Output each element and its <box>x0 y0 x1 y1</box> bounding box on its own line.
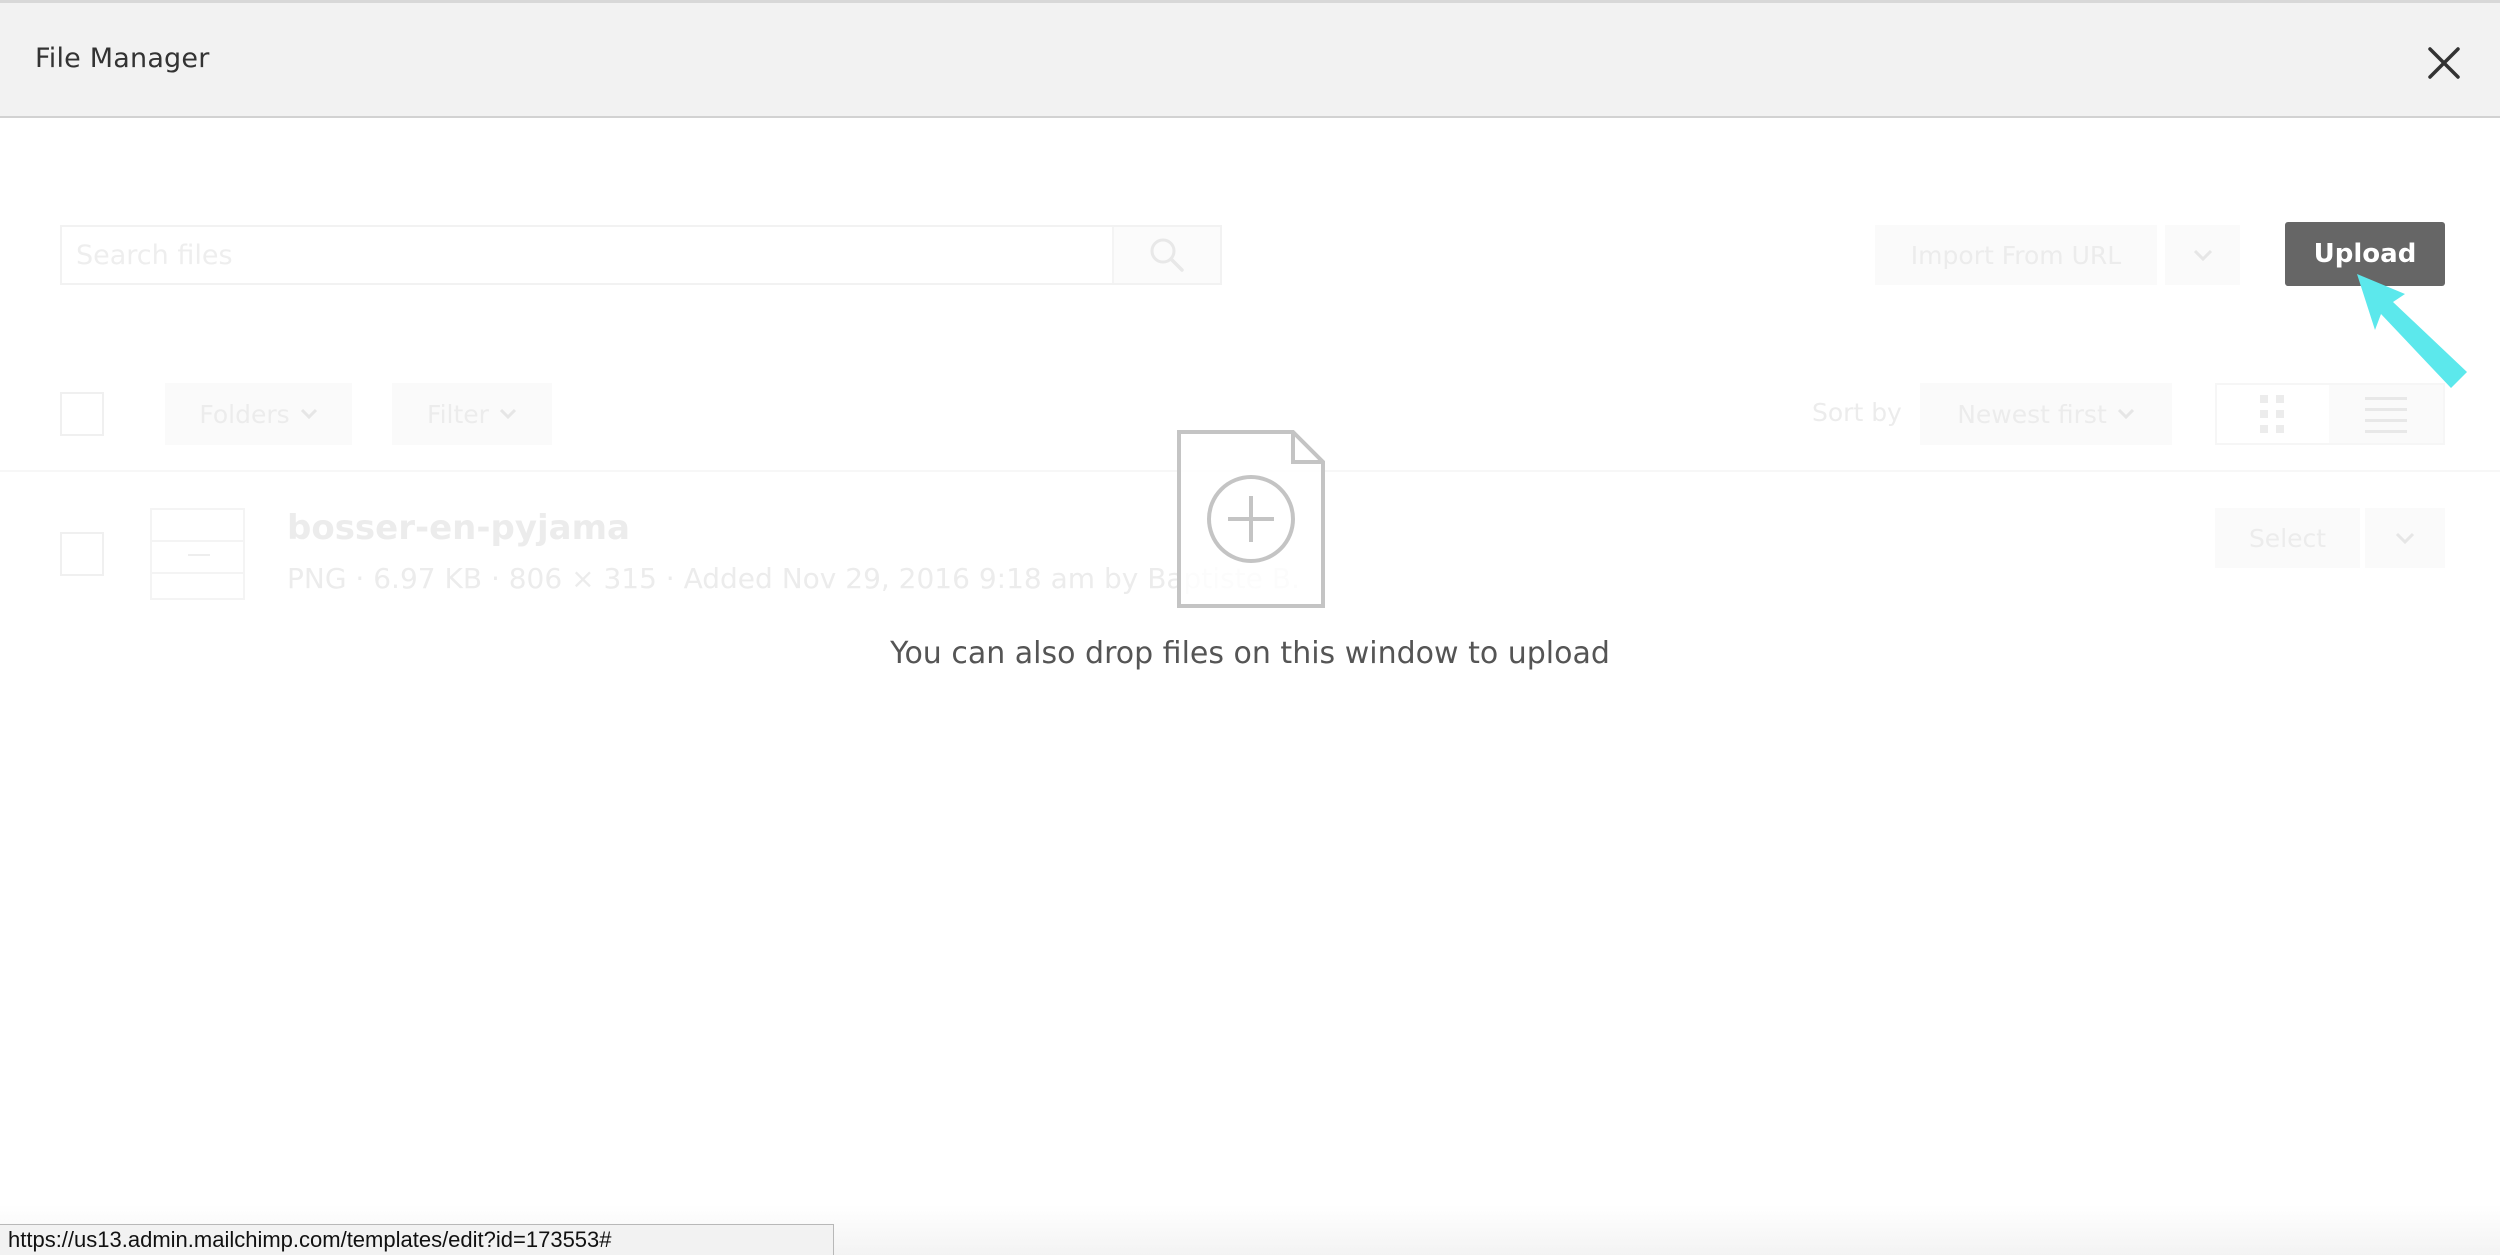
import-from-url-button[interactable]: Import From URL <box>1875 225 2157 285</box>
sort-by-label: Sort by <box>1812 398 1902 427</box>
cursor-arrow-icon <box>2357 274 2467 388</box>
search-box <box>60 225 1222 285</box>
import-dropdown-button[interactable] <box>2165 225 2240 285</box>
folders-label: Folders <box>199 399 290 429</box>
drop-zone-message: You can also drop files on this window t… <box>0 636 2500 671</box>
close-button[interactable] <box>2424 43 2464 83</box>
filter-label: Filter <box>427 399 489 429</box>
modal-title: File Manager <box>35 43 210 74</box>
grid-view-button[interactable] <box>2217 385 2327 443</box>
sort-value: Newest first <box>1957 399 2107 429</box>
drop-zone-text: You can also drop files on this window t… <box>890 636 1610 671</box>
select-button[interactable]: Select <box>2215 508 2360 568</box>
chevron-down-icon <box>499 408 517 420</box>
file-meta: PNG · 6.97 KB · 806 × 315 · Added Nov 29… <box>287 562 1300 595</box>
modal-header: File Manager <box>0 0 2500 118</box>
folders-dropdown[interactable]: Folders <box>165 383 352 445</box>
sort-dropdown[interactable]: Newest first <box>1920 383 2172 445</box>
file-name[interactable]: bosser-en-pyjama <box>287 508 630 548</box>
filter-dropdown[interactable]: Filter <box>392 383 552 445</box>
status-bar-url: https://us13.admin.mailchimp.com/templat… <box>0 1224 834 1255</box>
grid-icon <box>2260 395 2284 433</box>
close-icon <box>2428 47 2460 79</box>
chevron-down-icon <box>2395 532 2415 544</box>
chevron-down-icon <box>2193 249 2212 262</box>
select-dropdown-button[interactable] <box>2365 508 2445 568</box>
file-thumbnail <box>150 508 245 600</box>
chevron-down-icon <box>2117 408 2134 420</box>
chevron-down-icon <box>300 408 317 420</box>
list-icon <box>2365 397 2407 433</box>
file-add-icon <box>1177 430 1325 608</box>
select-all-checkbox[interactable] <box>60 392 104 436</box>
search-icon <box>1150 238 1184 272</box>
view-toggle <box>2215 383 2445 445</box>
search-button[interactable] <box>1112 227 1220 283</box>
file-checkbox[interactable] <box>60 532 104 576</box>
search-input[interactable] <box>62 227 1112 283</box>
list-view-button[interactable] <box>2329 385 2443 443</box>
